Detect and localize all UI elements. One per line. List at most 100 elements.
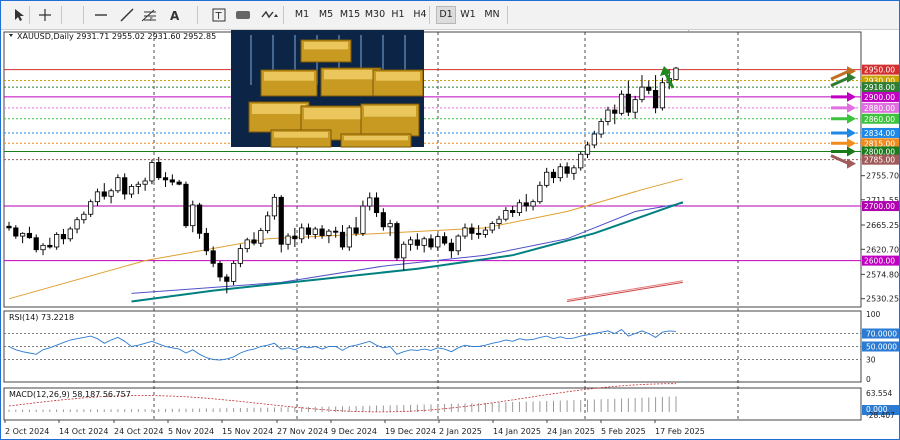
candle-body <box>571 167 577 174</box>
timeframe-mn[interactable]: MN <box>483 7 501 23</box>
rsi-label: RSI(14) 73.2218 <box>9 313 74 322</box>
candle-body <box>537 184 543 203</box>
timeframe-d1[interactable]: D1 <box>436 6 456 24</box>
candle-body <box>333 230 339 233</box>
x-tick-label: 15 Nov 2024 <box>222 427 273 436</box>
gold-bar-highlight <box>364 106 416 117</box>
candle-body <box>469 227 475 234</box>
candle-body <box>285 235 291 245</box>
gold-bar-highlight <box>304 42 348 50</box>
x-tick-label: 24 Jan 2025 <box>547 427 595 436</box>
level-label: 2950.00 <box>864 66 895 75</box>
toolbar-separator <box>61 6 62 24</box>
candle-body <box>20 232 26 237</box>
candle-body <box>81 213 87 221</box>
x-tick-label: 17 Feb 2025 <box>655 427 705 436</box>
candle-body <box>414 239 420 246</box>
candle-body <box>367 197 373 207</box>
candle-body <box>122 177 128 195</box>
candle-body <box>489 223 495 231</box>
candle-body <box>564 166 570 174</box>
candle-body <box>251 239 257 244</box>
candle-body <box>360 205 366 234</box>
toolbar-separator <box>507 6 508 24</box>
candle-body <box>169 179 175 183</box>
toolbar-separator <box>197 6 198 24</box>
chart-window: F A T M1 M5 M15 M30 H1 H4 D1 W1 MN 2755.70 2711.55 26… <box>0 0 900 440</box>
candle-body <box>319 228 325 236</box>
rectangle-icon[interactable] <box>233 5 253 25</box>
candle-body <box>503 210 509 220</box>
timeframe-m30[interactable]: M30 <box>364 7 386 23</box>
candle-body <box>516 202 523 214</box>
timeframe-w1[interactable]: W1 <box>459 7 477 23</box>
y-tick-label: 2530.25 <box>866 295 899 304</box>
candle-body <box>196 204 203 234</box>
candle-body <box>544 171 550 186</box>
candle-body <box>632 99 638 113</box>
candle-body <box>40 244 46 251</box>
candle-body <box>448 242 454 252</box>
cursor-icon[interactable] <box>9 5 29 25</box>
timeframe-h4[interactable]: H4 <box>411 7 429 23</box>
candle-body <box>496 218 502 224</box>
trend-line-icon[interactable] <box>117 5 137 25</box>
gold-bars-image <box>231 30 424 148</box>
candle-body <box>54 234 60 248</box>
macd-tick-label: -28.407 <box>866 411 895 420</box>
level-label: 2834.00 <box>864 129 895 138</box>
candle-body <box>128 186 135 195</box>
y-tick-label: 2665.25 <box>866 221 899 230</box>
candle-body <box>26 232 33 239</box>
candle-body <box>60 234 67 240</box>
x-tick-label: 5 Feb 2025 <box>601 427 646 436</box>
chart-area[interactable]: 2755.702711.552665.252620.702574.802530.… <box>1 30 899 439</box>
candle-body <box>578 153 584 169</box>
candle-body <box>156 162 162 179</box>
rsi-tick-label: 70.0000 <box>866 330 897 339</box>
macd-panel <box>3 387 862 421</box>
x-tick-label: 14 Oct 2024 <box>59 427 108 436</box>
toolbar-separator <box>283 6 284 24</box>
arrows-icon[interactable] <box>257 5 283 25</box>
crosshair-icon[interactable] <box>35 5 55 25</box>
candle-body <box>530 201 536 207</box>
candle-body <box>94 191 101 203</box>
candle-body <box>67 228 73 240</box>
candle-body <box>612 109 618 114</box>
candle-body <box>639 86 645 101</box>
toolbar-separator <box>429 6 430 24</box>
candle-body <box>455 235 461 252</box>
level-label: 2785.00 <box>864 156 895 165</box>
rsi-tick-label: 30 <box>866 356 876 365</box>
toolbar-separator <box>29 6 30 24</box>
timeframe-m1[interactable]: M1 <box>293 7 311 23</box>
candle-body <box>428 238 434 248</box>
candle-body <box>101 191 107 197</box>
text-icon[interactable]: A <box>165 5 185 25</box>
timeframe-m5[interactable]: M5 <box>317 7 335 23</box>
timeframe-h1[interactable]: H1 <box>389 7 407 23</box>
candle-body <box>224 276 230 282</box>
candle-body <box>387 223 393 228</box>
candle-body <box>591 133 597 146</box>
gold-bar-highlight <box>344 136 408 141</box>
rsi-tick-label: 50.0000 <box>866 343 897 352</box>
fibonacci-icon[interactable]: F <box>139 5 159 25</box>
macd-tick-label: 63.554 <box>866 389 892 398</box>
y-tick-label: 2574.80 <box>866 270 899 279</box>
x-tick-label: 2 Jan 2025 <box>439 427 482 436</box>
text-label-icon[interactable]: T <box>209 5 229 25</box>
candle-body <box>584 144 591 155</box>
candle-body <box>441 236 448 244</box>
horizontal-line-icon[interactable] <box>91 5 111 25</box>
timeframe-m15[interactable]: M15 <box>339 7 361 23</box>
candle-body <box>476 232 482 235</box>
x-tick-label: 27 Nov 2024 <box>277 427 328 436</box>
x-tick-label: 24 Oct 2024 <box>114 427 163 436</box>
gold-bar <box>340 133 412 148</box>
candle-body <box>299 227 305 240</box>
candle-body <box>353 227 359 234</box>
candle-body <box>6 225 12 229</box>
x-tick-label: 19 Dec 2024 <box>385 427 436 436</box>
